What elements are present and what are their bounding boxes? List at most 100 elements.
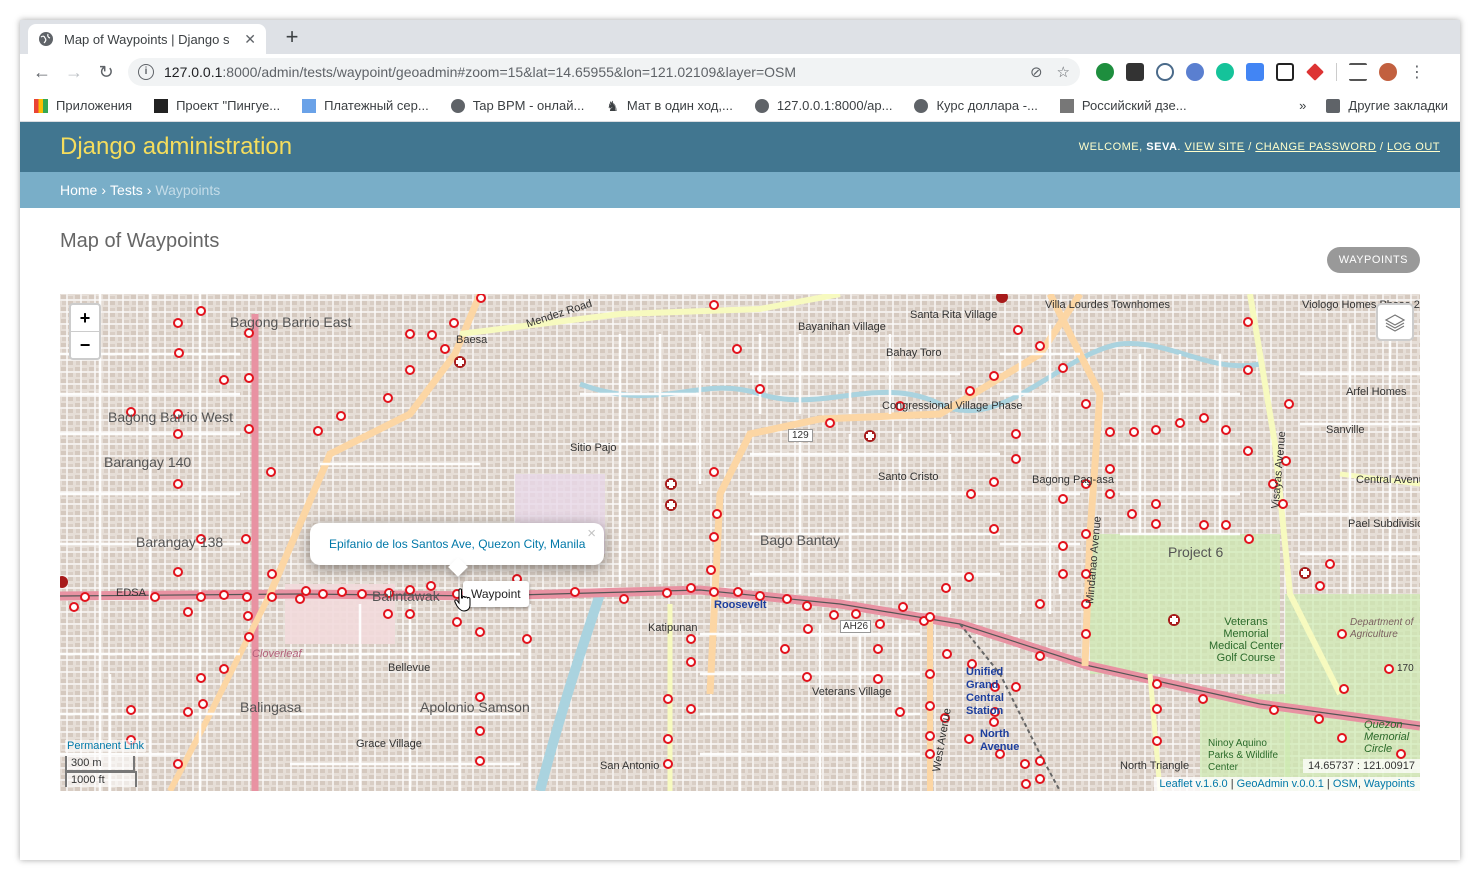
extension-icon[interactable] — [1156, 63, 1174, 81]
bookmark-item[interactable]: Платежный сер... — [302, 98, 429, 113]
page-title: Map of Waypoints — [60, 230, 220, 252]
globe-icon — [914, 98, 929, 113]
bookmark-label: Российский дзе... — [1081, 98, 1187, 113]
bookmark-star-icon[interactable]: ☆ — [1057, 63, 1070, 81]
log-out-link[interactable]: LOG OUT — [1387, 141, 1440, 153]
bookmark-item[interactable]: ♞ Мат в один ход,... — [606, 98, 732, 113]
popup-content[interactable]: Epifanio de los Santos Ave, Quezon City,… — [329, 537, 585, 551]
site-permissions-icon[interactable]: ⊘ — [1030, 63, 1043, 81]
leaflet-link[interactable]: Leaflet v.1.6.0 — [1159, 778, 1227, 790]
breadcrumb-app[interactable]: Tests — [110, 182, 143, 198]
zoom-control: + − — [69, 303, 101, 360]
globe-icon — [39, 32, 53, 46]
bookmark-item[interactable]: 127.0.0.1:8000/ap... — [754, 98, 893, 113]
map-label: San Antonio — [600, 760, 660, 772]
info-icon[interactable]: i — [138, 64, 154, 80]
bookmark-label: 127.0.0.1:8000/ap... — [776, 98, 893, 113]
menu-icon[interactable]: ⋮ — [1409, 62, 1425, 82]
breadcrumb: Home › Tests › Waypoints — [20, 172, 1460, 208]
map-label: EDSA — [116, 587, 146, 599]
zoom-in-button[interactable]: + — [71, 305, 99, 331]
bookmark-favicon-icon — [154, 98, 169, 113]
extension-icon[interactable] — [1186, 63, 1204, 81]
user-tools: WELCOME, SEVA. VIEW SITE / CHANGE PASSWO… — [1078, 141, 1440, 153]
map-label: Sitio Pajo — [570, 442, 617, 454]
bookmark-favicon-icon — [1059, 98, 1074, 113]
bookmark-apps[interactable]: Приложения — [34, 98, 132, 113]
layers-button[interactable] — [1376, 303, 1414, 341]
bookmarks-overflow-icon[interactable]: » — [1299, 98, 1306, 113]
map-label: Apolonio Samson — [420, 699, 530, 715]
welcome-text: WELCOME, — [1078, 141, 1143, 153]
bookmark-label: Курс доллара -... — [936, 98, 1038, 113]
route-shield: 129 — [788, 429, 813, 442]
map-label: Veterans Village — [812, 686, 892, 698]
reload-icon[interactable]: ↻ — [90, 62, 122, 83]
view-site-link[interactable]: VIEW SITE — [1185, 141, 1245, 153]
extension-icon[interactable] — [1306, 63, 1324, 81]
change-password-link[interactable]: CHANGE PASSWORD — [1255, 141, 1376, 153]
map-label: Katipunan — [648, 622, 698, 634]
scale-imperial: 1000 ft — [65, 771, 137, 787]
bookmark-label: Tap BPM - онлай... — [472, 98, 585, 113]
map-attribution: Leaflet v.1.6.0 | GeoAdmin v.0.0.1 | OSM… — [1154, 777, 1420, 791]
breadcrumb-home[interactable]: Home — [60, 182, 97, 198]
hand-cursor-icon — [454, 588, 471, 612]
map-label: Bago Bantay — [760, 532, 841, 548]
address-bar[interactable]: i 127.0.0.1:8000/admin/tests/waypoint/ge… — [128, 58, 1080, 86]
notion-extension-icon[interactable] — [1276, 63, 1294, 81]
scale-bar: 300 m 1000 ft — [65, 756, 137, 787]
map-label: Cloverleaf — [252, 648, 302, 660]
waypoints-button[interactable]: WAYPOINTS — [1326, 247, 1420, 273]
route-shield: 170 — [1397, 663, 1414, 674]
map-label: Congressional Village Phase — [882, 400, 1023, 412]
bookmark-label: Платежный сер... — [324, 98, 429, 113]
media-control-icon[interactable] — [1349, 63, 1367, 81]
username: SEVA — [1146, 141, 1178, 153]
bookmark-item[interactable]: Tap BPM - онлай... — [450, 98, 585, 113]
other-bookmarks[interactable]: Другие закладки — [1326, 98, 1448, 113]
grammarly-extension-icon[interactable] — [1216, 63, 1234, 81]
bookmark-item[interactable]: Проект "Пингуе... — [154, 98, 280, 113]
osm-link[interactable]: OSM — [1333, 778, 1358, 790]
map-label: Veterans Memorial Medical Center Golf Co… — [1209, 616, 1283, 664]
popup-close-button[interactable]: × — [587, 525, 596, 542]
bookmark-item[interactable]: Курс доллара -... — [914, 98, 1038, 113]
map-label: Grace Village — [356, 738, 422, 750]
map-label: Bellevue — [388, 662, 431, 674]
attribution-separator: | — [1227, 778, 1237, 790]
avatar[interactable] — [1379, 63, 1397, 81]
toolbar-divider — [1336, 63, 1337, 81]
folder-icon — [1326, 98, 1341, 113]
forward-icon[interactable]: → — [58, 62, 90, 83]
permanent-link[interactable]: Permanent Link — [65, 740, 147, 752]
map-label: Santo Cristo — [878, 471, 939, 483]
extension-icon[interactable] — [1126, 63, 1144, 81]
site-branding[interactable]: Django administration — [60, 133, 292, 161]
map[interactable]: Bagong Barrio East Bagong Barrio West Ba… — [60, 294, 1420, 791]
map-label: Barangay 138 — [136, 534, 224, 550]
bookmarks-bar: Приложения Проект "Пингуе... Платежный с… — [20, 90, 1460, 122]
tab-title: Map of Waypoints | Django s — [64, 31, 230, 47]
translate-extension-icon[interactable] — [1246, 63, 1264, 81]
tab-close-icon[interactable]: ✕ — [244, 31, 256, 48]
map-label: Sanville — [1326, 424, 1365, 436]
route-shield: AH26 — [840, 620, 872, 633]
content: Map of Waypoints WAYPOINTS Bagong Barrio… — [20, 230, 1460, 791]
browser-tab[interactable]: Map of Waypoints | Django s ✕ — [28, 24, 266, 54]
new-tab-icon[interactable]: + — [280, 24, 304, 50]
map-label: Project 6 — [1168, 544, 1224, 560]
map-label: Roosevelt — [714, 599, 767, 611]
globe-icon — [450, 98, 465, 113]
map-label: North Triangle — [1120, 760, 1190, 772]
bookmark-item[interactable]: Российский дзе... — [1059, 98, 1187, 113]
evernote-extension-icon[interactable] — [1096, 63, 1114, 81]
geoadmin-link[interactable]: GeoAdmin v.0.0.1 — [1237, 778, 1324, 790]
breadcrumb-separator: › — [101, 182, 107, 198]
chess-knight-icon: ♞ — [606, 97, 619, 114]
map-label: Ninoy Aquino Parks & Wildlife Center — [1208, 738, 1279, 773]
zoom-out-button[interactable]: − — [71, 331, 99, 358]
map-label: Balingasa — [240, 699, 302, 715]
back-icon[interactable]: ← — [26, 62, 58, 83]
waypoints-layer-link[interactable]: Waypoints — [1364, 778, 1415, 790]
